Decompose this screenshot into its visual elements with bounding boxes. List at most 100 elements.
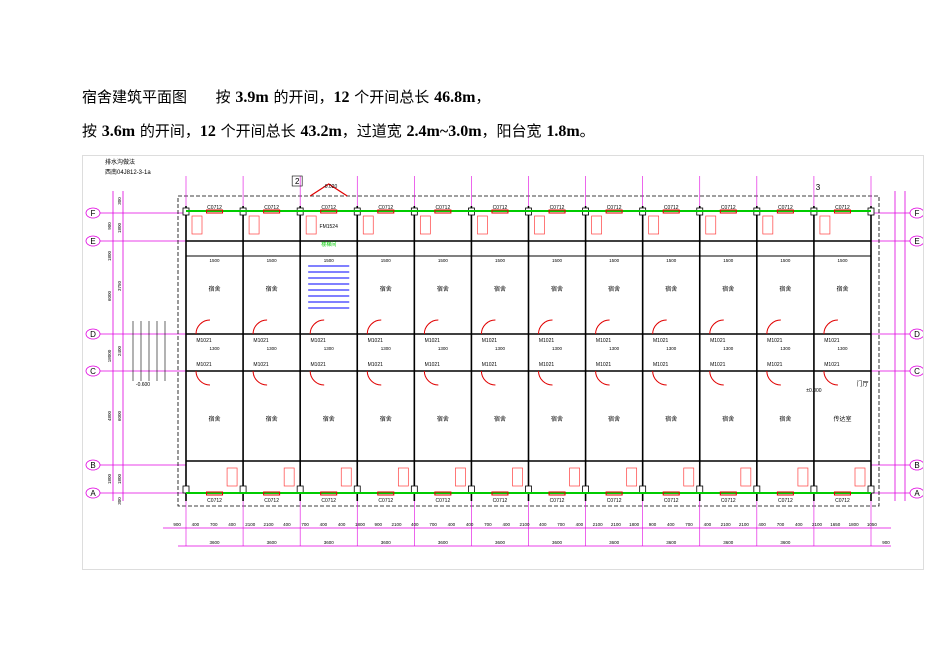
room-label-top: 宿舍 (836, 285, 848, 293)
door-swing (652, 319, 667, 335)
room-label-top: 宿舍 (266, 285, 278, 293)
bottom-dim-text: 3600 (210, 540, 221, 545)
text: 3.6m (101, 123, 136, 140)
column (182, 485, 190, 494)
bottom-dim-text: 400 (758, 522, 766, 527)
door-swing (538, 319, 553, 335)
toilet-fixture (191, 215, 203, 235)
bottom-dim-text: 400 (320, 522, 328, 527)
bottom-dim-text: 900 (374, 522, 382, 527)
bottom-dim-text: 2100 (812, 522, 823, 527)
elevation: -0.020 (323, 184, 337, 190)
bottom-dim-text: 1800 (849, 522, 860, 527)
room-label-bottom: 宿舍 (551, 415, 563, 423)
window-label: C0712 (664, 498, 679, 504)
text: 2.4m~3.0m (406, 123, 482, 140)
bottom-dim-text: 1800 (629, 522, 640, 527)
door-label: M1021 (311, 338, 327, 344)
door-label: M1021 (539, 362, 555, 368)
drainage-note-title: 排水沟做法 (105, 158, 135, 166)
toilet-fixture (419, 215, 431, 235)
dim-text: 1500 (324, 258, 335, 263)
dim-text: 1300 (609, 346, 620, 351)
bottom-dim-text: 400 (704, 522, 712, 527)
bottom-dim-text: 1650 (830, 522, 841, 527)
axis-label-left: B (90, 461, 95, 470)
bottom-dim-text: 3600 (609, 540, 620, 545)
text: 3.9m (235, 89, 269, 106)
left-dim-text: 900 (107, 222, 112, 230)
door-swing (652, 370, 667, 386)
left-dim-text: 1800 (117, 222, 122, 233)
bottom-dim-text: 400 (667, 522, 675, 527)
door-swing (538, 370, 553, 386)
heading-line-1: 宿舍建筑平面图 按 3.9m 的开间，12 个开间总长 46.8m， (82, 86, 490, 107)
bottom-dim-text: 2100 (392, 522, 403, 527)
bottom-dim-text: 3600 (267, 540, 278, 545)
toilet-fixture (819, 215, 831, 235)
door-swing (709, 370, 724, 386)
door-label: M1021 (824, 338, 840, 344)
axis-label-left: C (90, 367, 96, 376)
toilet-fixture (340, 467, 352, 487)
left-dim-text: 300 (117, 197, 122, 205)
dim-text: 1500 (381, 258, 392, 263)
left-dim-text: 300 (117, 497, 122, 505)
column (410, 485, 418, 494)
room-label-bottom: 宿舍 (437, 415, 449, 423)
room-label-top: 宿舍 (380, 285, 392, 293)
dim-text: 1500 (495, 258, 506, 263)
door-swing (480, 370, 496, 386)
bottom-dim-text: 400 (795, 522, 803, 527)
window-label: C0712 (835, 498, 850, 504)
door-swing (595, 370, 610, 386)
bottom-dim-text: 400 (448, 522, 456, 527)
door-swing (823, 370, 838, 386)
stair-label: 楼梯间 (321, 241, 336, 248)
left-dim-text: 3750 (117, 280, 122, 291)
lobby-label: 门厅 (856, 380, 868, 388)
toilet-fixture (534, 215, 545, 235)
door-label: M1021 (653, 338, 669, 344)
dim-text: 1500 (210, 258, 221, 263)
bottom-dim-text: 3600 (723, 540, 734, 545)
door-label: M1021 (425, 362, 441, 368)
heading-title: 宿舍建筑平面图 (82, 88, 188, 106)
left-dim-text: 1800 (107, 250, 112, 261)
axis-label-right: F (915, 209, 920, 218)
axis-number: 2 (295, 177, 300, 186)
door-swing (366, 319, 382, 335)
floor-plan-drawing: 排水沟做法 西南04J812-3-1a F F E E D D C C B B A A 宿舍 宿舍 C071… (82, 155, 925, 570)
axis-label-right: A (914, 489, 920, 498)
door-label: M1021 (767, 362, 783, 368)
column (296, 485, 304, 494)
bottom-dim-text: 1800 (355, 522, 366, 527)
toilet-fixture (797, 467, 809, 487)
bottom-dim-text: 400 (411, 522, 419, 527)
bottom-dim-text: 2100 (519, 522, 530, 527)
door-swing (766, 370, 781, 386)
room-label-top: 宿舍 (608, 285, 620, 293)
bottom-dim-text: 2100 (721, 522, 732, 527)
dim-text: 1300 (780, 346, 791, 351)
axis-label-left: E (90, 237, 95, 246)
door-label: M1021 (311, 362, 327, 368)
door-swing (595, 319, 610, 335)
bottom-dim-text: 2100 (245, 522, 256, 527)
door-swing (480, 319, 496, 335)
bottom-dim-text: 700 (429, 522, 437, 527)
bottom-dim-text: 900 (649, 522, 657, 527)
door-swing (195, 319, 211, 335)
text: ，过道宽 (341, 122, 407, 140)
column (639, 485, 647, 494)
bottom-dim-text: 400 (466, 522, 474, 527)
column (353, 485, 361, 494)
room-label-bottom: 宿舍 (779, 415, 791, 423)
axis-number: 3 (816, 183, 821, 192)
bottom-dim-text: 400 (228, 522, 236, 527)
bottom-dim-text: 3600 (666, 540, 677, 545)
main-door-label: FM1524 (320, 224, 339, 230)
toilet-fixture (740, 467, 752, 487)
elevation: -0.600 (136, 382, 150, 388)
text: 个开间总长 (349, 88, 435, 106)
